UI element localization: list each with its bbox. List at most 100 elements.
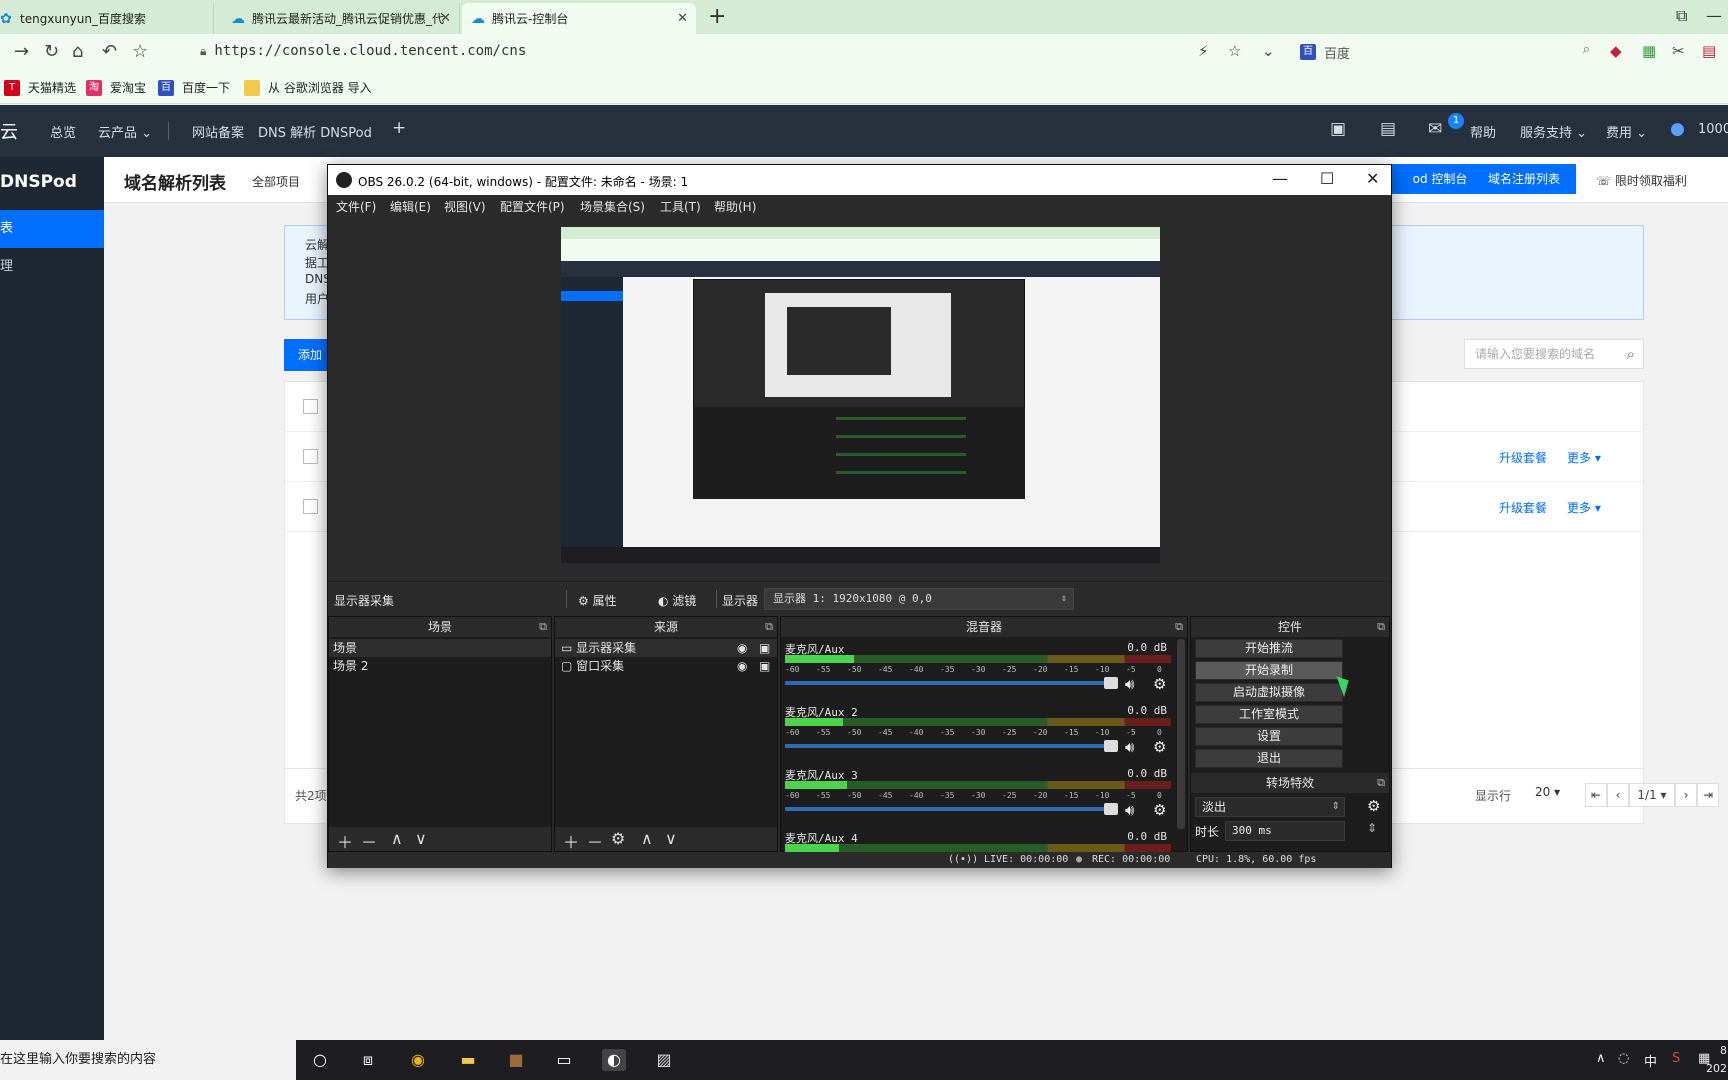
volume-slider[interactable] [785, 803, 1118, 815]
undock-icon[interactable]: ⧉ [1175, 617, 1183, 637]
url-field[interactable]: 🔒︎ https://console.cloud.tencent.com/cns [200, 43, 526, 59]
more-actions-link[interactable]: 更多 ▾ [1567, 499, 1601, 516]
properties-button[interactable]: ⚙ 属性 [578, 592, 617, 609]
first-page-button[interactable]: ⇤ [1585, 783, 1607, 807]
upgrade-plan-link[interactable]: 升级套餐 [1499, 449, 1547, 466]
home-icon[interactable]: ⌂ [72, 41, 83, 62]
domain-registration-button[interactable]: 域名注册列表 [1472, 164, 1576, 194]
undock-icon[interactable]: ⧉ [1377, 773, 1385, 793]
last-page-button[interactable]: ⇥ [1697, 783, 1719, 807]
photo-app-icon[interactable]: ▨ [652, 1049, 676, 1071]
eye-icon[interactable]: ◉ [737, 639, 747, 657]
slider-knob[interactable] [1103, 803, 1118, 815]
apps-grid-icon[interactable]: ▦ [1642, 42, 1656, 60]
volume-slider[interactable] [785, 677, 1118, 689]
upgrade-plan-link[interactable]: 升级套餐 [1499, 499, 1547, 516]
undock-icon[interactable]: ⧉ [539, 617, 547, 637]
chrome-icon[interactable]: ◉ [406, 1049, 430, 1071]
menu-help[interactable]: 帮助(H) [714, 198, 756, 215]
nav-billing[interactable]: 费用 ⌄ [1606, 122, 1647, 141]
mixer-scrollbar[interactable] [1177, 639, 1185, 829]
bookmark-import-chrome[interactable]: 从 谷歌浏览器 导入 [244, 79, 372, 96]
mail-icon[interactable]: ✉ [1428, 119, 1442, 139]
undo-icon[interactable]: ↶ [102, 41, 117, 62]
nav-dns-dnspod[interactable]: DNS 解析 DNSPod [258, 122, 372, 141]
sidebar-item-domain-list[interactable]: 表 [0, 210, 104, 248]
select-all-checkbox[interactable] [303, 399, 318, 414]
menu-view[interactable]: 视图(V) [444, 198, 486, 215]
menu-file[interactable]: 文件(F) [336, 198, 376, 215]
nav-help[interactable]: 帮助 [1470, 122, 1496, 141]
stepper-arrows-icon[interactable]: ⇕ [1367, 821, 1377, 835]
start-streaming-button[interactable]: 开始推流 [1195, 639, 1343, 658]
nav-overview[interactable]: 总览 [50, 122, 76, 141]
tray-sogou-icon[interactable]: S [1672, 1051, 1680, 1066]
minecraft-icon[interactable]: ■ [504, 1049, 528, 1071]
obs-preview-canvas[interactable] [561, 227, 1160, 563]
tab-baidu-search[interactable]: ✿ tengxunyun_百度搜索 [0, 3, 214, 34]
domain-search-input[interactable]: 请输入您要搜索的域名 ⌕ [1464, 339, 1644, 369]
source-item[interactable]: ▭ 显示器采集 ◉ ▣ [555, 639, 777, 657]
minimize-icon[interactable]: — [1706, 6, 1722, 25]
obs-taskbar-icon[interactable]: ◐ [602, 1049, 626, 1071]
lightning-icon[interactable]: ⚡︎ [1198, 42, 1209, 60]
console-brand[interactable]: 云 [0, 118, 18, 144]
reload-icon[interactable]: ↻ [44, 41, 59, 62]
transition-gear-icon[interactable]: ⚙ [1367, 797, 1380, 815]
tab-tencent-promo[interactable]: ☁ 腾讯云最新活动_腾讯云促销优惠_代 ✕ [222, 3, 460, 34]
menu-edit[interactable]: 编辑(E) [390, 198, 431, 215]
bookmark-baidu[interactable]: 百 百度一下 [158, 79, 230, 96]
forward-icon[interactable]: → [14, 41, 29, 62]
add-icon[interactable]: ＋ [337, 829, 353, 853]
gear-icon[interactable]: ⚙ [1153, 738, 1166, 756]
close-tab-icon[interactable]: ✕ [677, 11, 688, 26]
tray-network-icon[interactable]: ◌ [1618, 1051, 1629, 1066]
volume-slider[interactable] [785, 740, 1118, 752]
minimize-icon[interactable]: — [1272, 169, 1288, 188]
bookmark-star-icon[interactable]: ☆ [132, 41, 148, 62]
remove-icon[interactable]: － [587, 829, 603, 853]
gear-icon[interactable]: ⚙ [1153, 801, 1166, 819]
studio-mode-button[interactable]: 工作室模式 [1195, 705, 1343, 724]
move-up-icon[interactable]: ∧ [641, 829, 653, 848]
tray-ime[interactable]: 中 [1644, 1051, 1657, 1070]
speaker-icon[interactable]: 🔊︎ [1125, 801, 1134, 819]
slider-knob[interactable] [1103, 740, 1118, 752]
filters-button[interactable]: ◐ 滤镜 [658, 592, 696, 609]
slider-knob[interactable] [1103, 677, 1118, 689]
bookmark-aitaobao[interactable]: 淘 爱淘宝 [86, 79, 146, 96]
sidebar-item-manage[interactable]: 理 [0, 248, 104, 286]
scissors-icon[interactable]: ✂ [1672, 42, 1685, 60]
nav-add-shortcut[interactable]: + [392, 118, 406, 138]
row-checkbox[interactable] [303, 449, 318, 464]
lock-icon[interactable]: ▣ [759, 639, 770, 657]
page-select[interactable]: 1/1 ▾ [1629, 783, 1675, 807]
scene-item[interactable]: 场景 [329, 639, 551, 657]
gear-icon[interactable]: ⚙ [1153, 675, 1166, 693]
speaker-icon[interactable]: 🔊︎ [1125, 738, 1134, 756]
eye-icon[interactable]: ◉ [737, 657, 747, 675]
undock-icon[interactable]: ⧉ [1377, 617, 1385, 637]
avatar-icon[interactable]: ● [1670, 119, 1685, 139]
duration-input[interactable]: 300 ms [1225, 821, 1345, 841]
extension-icon[interactable]: ◆ [1610, 42, 1622, 60]
gift-link[interactable]: ☏ 限时领取福利 [1596, 172, 1687, 189]
settings-button[interactable]: 设置 [1195, 727, 1343, 746]
remove-icon[interactable]: － [361, 829, 377, 853]
menu-tools[interactable]: 工具(T) [660, 198, 701, 215]
tab-tencent-console[interactable]: ☁ 腾讯云-控制台 ✕ [462, 3, 696, 34]
cortana-icon[interactable]: ○ [308, 1049, 332, 1071]
nav-support[interactable]: 服务支持 ⌄ [1520, 122, 1587, 141]
search-engine-box[interactable]: 百 百度 ⌕ [1300, 40, 1590, 64]
menu-profile[interactable]: 配置文件(P) [500, 198, 565, 215]
source-item[interactable]: ▢ 窗口采集 ◉ ▣ [555, 657, 777, 675]
move-up-icon[interactable]: ∧ [391, 829, 403, 848]
per-page-select[interactable]: 20 ▾ [1535, 785, 1560, 799]
nav-icp-filing[interactable]: 网站备案 [192, 122, 244, 141]
gear-icon[interactable]: ⚙ [611, 829, 625, 848]
chevron-down-icon[interactable]: ⌄ [1262, 42, 1275, 60]
more-actions-link[interactable]: 更多 ▾ [1567, 449, 1601, 466]
scene-item[interactable]: 场景 2 [329, 657, 551, 675]
bookmark-tmall[interactable]: T 天猫精选 [4, 79, 76, 96]
next-page-button[interactable]: › [1675, 783, 1697, 807]
